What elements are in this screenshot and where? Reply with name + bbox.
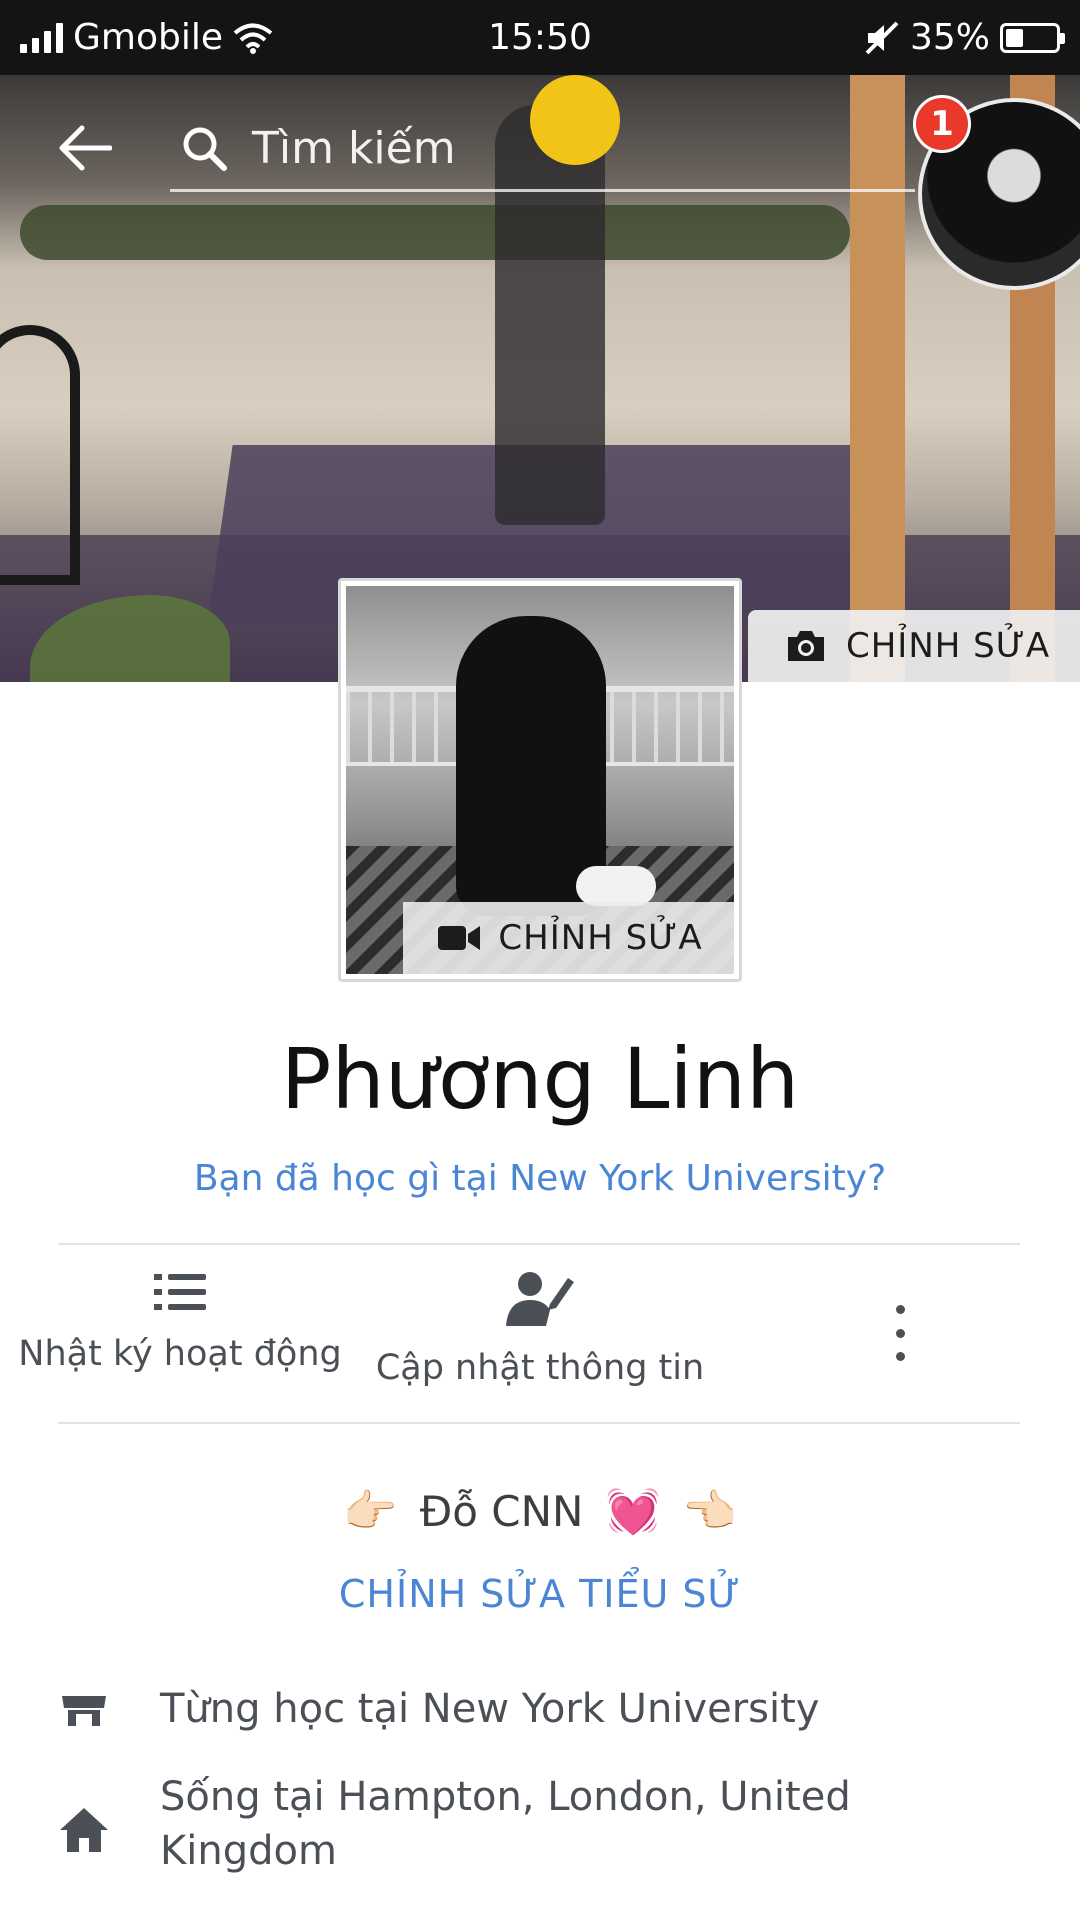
info-education: Từng học tại New York University xyxy=(58,1682,920,1738)
profile-screen: Gmobile 15:50 35% Tìm kiếm 1 CHỈNH SỬA C… xyxy=(0,0,1080,1920)
edit-cover-label: CHỈNH SỬA xyxy=(846,626,1051,666)
list-icon xyxy=(154,1274,206,1310)
signal-icon xyxy=(20,22,63,53)
heart-emoji: 💓 xyxy=(605,1486,661,1537)
divider xyxy=(58,1243,1020,1245)
carrier-name: Gmobile xyxy=(73,17,223,58)
status-bar: Gmobile 15:50 35% xyxy=(0,0,1080,75)
search-bar[interactable]: Tìm kiếm xyxy=(170,108,915,192)
video-camera-icon xyxy=(438,926,481,950)
more-options-button[interactable] xyxy=(880,1305,920,1361)
clock: 15:50 xyxy=(488,17,592,58)
home-icon xyxy=(60,1808,108,1852)
activity-log-button[interactable]: Nhật ký hoạt động xyxy=(18,1270,342,1374)
bio-text: Đỗ CNN xyxy=(419,1486,584,1536)
bio: 👉🏻 Đỗ CNN 💓 👈🏻 xyxy=(0,1485,1080,1537)
edit-profile-icon xyxy=(506,1272,574,1326)
profile-photo: CHỈNH SỬA xyxy=(346,586,734,974)
profile-name: Phương Linh xyxy=(280,1030,800,1128)
activity-log-label: Nhật ký hoạt động xyxy=(18,1334,342,1374)
battery-percent: 35% xyxy=(909,17,990,58)
edit-bio-link[interactable]: CHỈNH SỬA TIỂU SỬ xyxy=(0,1572,1080,1616)
back-button[interactable] xyxy=(55,118,115,178)
edit-profile-picture-label: CHỈNH SỬA xyxy=(498,918,703,958)
edit-profile-picture-button[interactable]: CHỈNH SỬA xyxy=(403,902,734,974)
search-placeholder: Tìm kiếm xyxy=(252,123,456,174)
status-left: Gmobile xyxy=(20,0,273,75)
search-icon xyxy=(183,127,227,171)
update-info-button[interactable]: Cập nhật thông tin xyxy=(370,1270,710,1388)
education-text: Từng học tại New York University xyxy=(160,1686,820,1732)
info-residence: Sống tại Hampton, London, United Kingdom xyxy=(58,1770,920,1878)
camera-icon xyxy=(788,631,824,661)
profile-picture[interactable]: CHỈNH SỬA xyxy=(338,578,742,982)
battery-fill xyxy=(1006,28,1023,47)
divider xyxy=(58,1422,1020,1424)
pointing-left-emoji: 👈🏻 xyxy=(682,1486,738,1537)
status-right: 35% xyxy=(864,0,1065,75)
battery-icon xyxy=(1000,22,1065,53)
edit-cover-button[interactable]: CHỈNH SỬA xyxy=(748,610,1080,682)
pointing-right-emoji: 👉🏻 xyxy=(342,1486,398,1537)
education-prompt-link[interactable]: Bạn đã học gì tại New York University? xyxy=(0,1158,1080,1199)
education-icon xyxy=(62,1696,106,1726)
mute-icon xyxy=(865,21,899,54)
update-info-label: Cập nhật thông tin xyxy=(375,1348,705,1388)
notification-badge: 1 xyxy=(913,95,971,153)
residence-text: Sống tại Hampton, London, United Kingdom xyxy=(160,1774,851,1874)
wifi-icon xyxy=(233,23,273,54)
arrow-left-icon xyxy=(59,125,112,171)
